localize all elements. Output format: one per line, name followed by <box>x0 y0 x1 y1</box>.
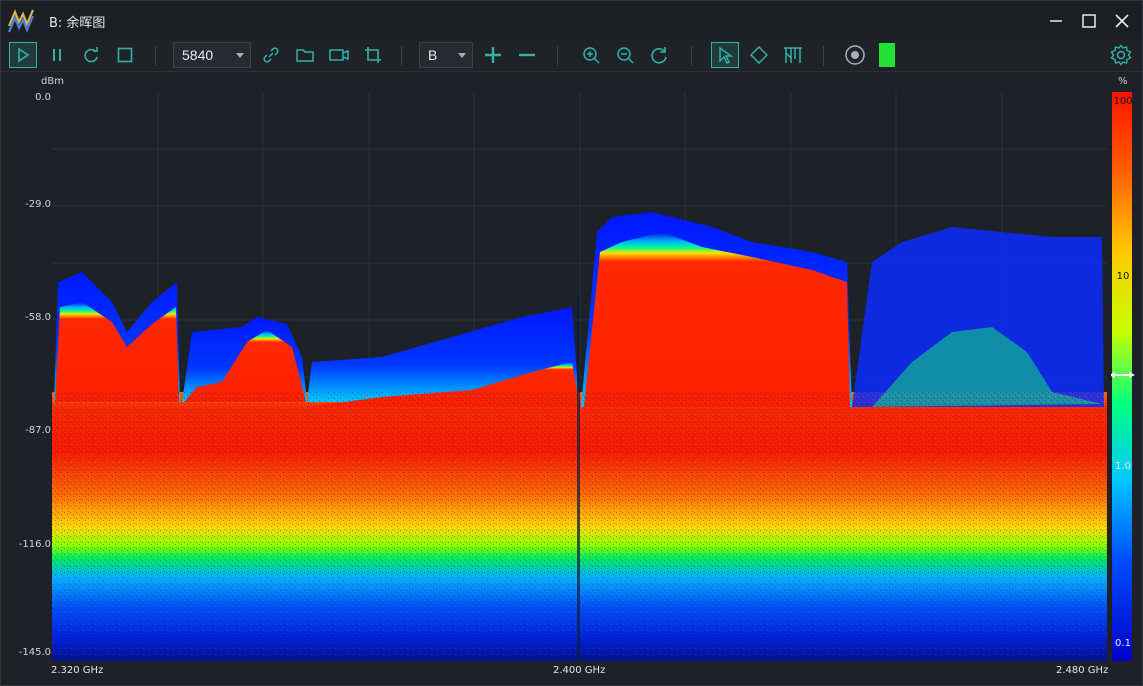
x-tick-label: 2.480 GHz <box>1056 665 1109 676</box>
app-logo-icon <box>7 9 35 33</box>
select-cursor-button[interactable] <box>711 42 739 68</box>
y-tick-label: -87.0 <box>25 425 51 436</box>
toolbar: 5840 B <box>1 39 1142 72</box>
plus-icon <box>485 47 501 63</box>
colorbar <box>1111 92 1135 661</box>
loop-button[interactable] <box>77 42 105 68</box>
y-tick-label: 0.0 <box>35 92 51 103</box>
settings-button[interactable] <box>1107 42 1135 68</box>
window-title: B: 余晖图 <box>49 16 106 31</box>
zoom-out-icon <box>617 47 634 64</box>
x-tick-label: 2.400 GHz <box>553 665 606 676</box>
status-indicator <box>879 43 895 67</box>
colorbar-tick: 1.0 <box>1115 461 1131 472</box>
play-icon <box>18 47 30 63</box>
colorbar-tick: 0.1 <box>1115 638 1131 649</box>
colorbar-threshold-line[interactable] <box>1114 374 1130 376</box>
minimize-icon <box>1050 20 1062 22</box>
maximize-icon <box>1082 14 1096 28</box>
add-trace-button[interactable] <box>479 42 507 68</box>
trace-value: B <box>428 47 438 63</box>
zoom-in-icon <box>583 47 600 64</box>
x-tick-label: 2.320 GHz <box>51 665 104 676</box>
video-record-button[interactable] <box>325 42 353 68</box>
close-icon <box>1115 14 1129 28</box>
crop-icon <box>365 47 381 63</box>
y-tick-label: -116.0 <box>18 539 51 550</box>
stop-icon <box>117 47 133 63</box>
colorbar-tick: 10 <box>1116 271 1130 282</box>
y-tick-label: -145.0 <box>18 647 51 658</box>
cursor-icon <box>719 46 733 64</box>
loop-icon <box>84 47 98 63</box>
maximize-button[interactable] <box>1074 7 1104 35</box>
colorbar-tick: 100 <box>1113 96 1133 107</box>
zoom-out-button[interactable] <box>611 42 639 68</box>
filter-icon <box>784 47 802 63</box>
trace-select[interactable]: B <box>419 42 473 68</box>
chevron-down-icon <box>458 53 466 58</box>
marker-button[interactable] <box>745 42 773 68</box>
minimize-button[interactable] <box>1041 7 1071 35</box>
reset-zoom-button[interactable] <box>645 42 673 68</box>
y-tick-label: -58.0 <box>25 312 51 323</box>
center-notch <box>577 292 580 661</box>
points-select[interactable]: 5840 <box>173 42 251 68</box>
link-button[interactable] <box>257 42 285 68</box>
persistence-spectrum-plot[interactable] <box>52 92 1107 661</box>
link-icon <box>263 47 279 63</box>
stop-button[interactable] <box>111 42 139 68</box>
app-window: B: 余晖图 5840 B dBm % 0.0 -29.0 -58.0 -87.… <box>0 0 1143 686</box>
y-axis-unit: dBm <box>41 76 64 87</box>
reset-icon <box>651 47 667 64</box>
points-value: 5840 <box>182 47 214 63</box>
gear-icon <box>1110 44 1132 66</box>
remove-trace-button[interactable] <box>513 42 541 68</box>
record-icon <box>845 45 865 65</box>
marker-icon <box>750 46 768 64</box>
pause-icon <box>53 49 61 61</box>
minus-icon <box>519 53 535 57</box>
crop-button[interactable] <box>359 42 387 68</box>
y-tick-label: -29.0 <box>25 199 51 210</box>
play-button[interactable] <box>9 42 37 68</box>
open-folder-button[interactable] <box>291 42 319 68</box>
colorbar-unit: % <box>1118 76 1128 87</box>
pause-button[interactable] <box>43 42 71 68</box>
zoom-in-button[interactable] <box>577 42 605 68</box>
chevron-down-icon <box>236 53 244 58</box>
filter-button[interactable] <box>779 42 807 68</box>
close-button[interactable] <box>1107 7 1137 35</box>
record-button[interactable] <box>841 42 869 68</box>
folder-icon <box>296 49 314 62</box>
camera-icon <box>329 49 349 61</box>
title-bar: B: 余晖图 <box>1 1 1142 39</box>
